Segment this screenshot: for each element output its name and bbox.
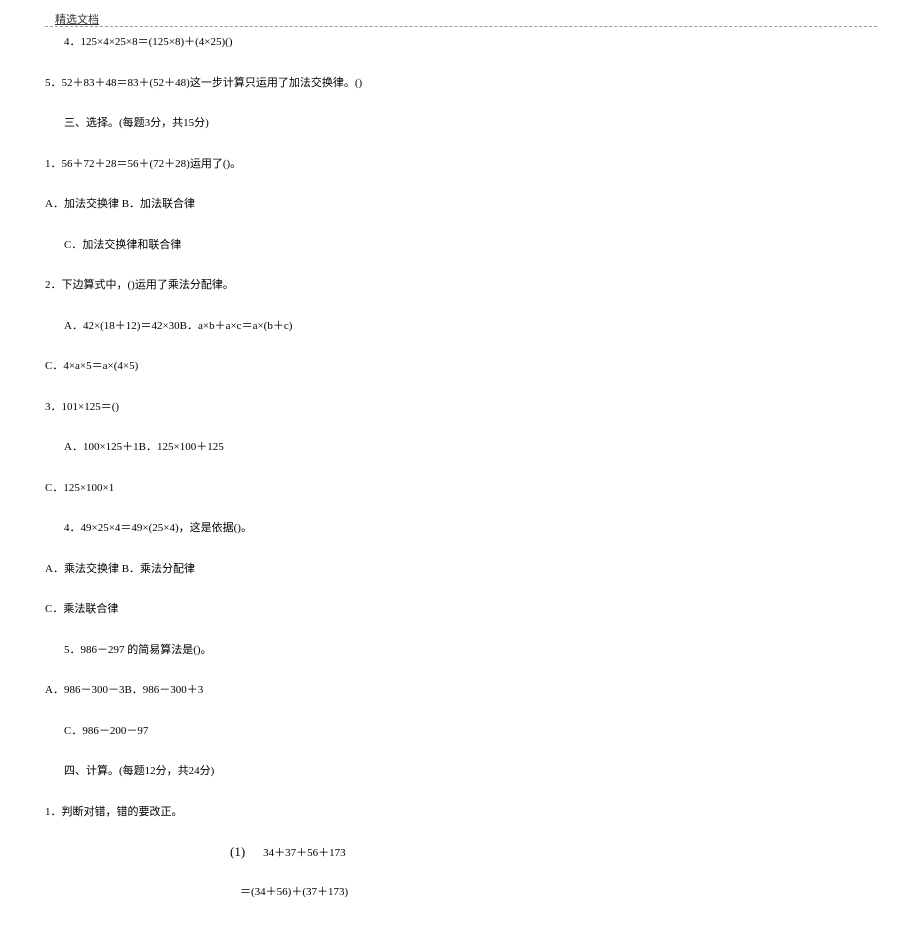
calculation-row: (1) 34＋37＋56＋173 bbox=[45, 844, 877, 860]
text-line: 1．56＋72＋28＝56＋(72＋28)运用了()。 bbox=[45, 156, 877, 173]
calculation-expression: 34＋37＋56＋173 bbox=[263, 844, 346, 860]
text-line: 4．125×4×25×8＝(125×8)＋(4×25)() bbox=[45, 34, 877, 51]
text-line: C．4×a×5＝a×(4×5) bbox=[45, 358, 877, 375]
section-header: 三、选择。(每题3分，共15分) bbox=[45, 115, 877, 132]
text-line: C．乘法联合律 bbox=[45, 601, 877, 618]
text-line: C．125×100×1 bbox=[45, 480, 877, 497]
text-line: A．100×125＋1B．125×100＋125 bbox=[45, 439, 877, 456]
header-divider bbox=[45, 26, 877, 27]
text-line: 5．986－297 的简易算法是()。 bbox=[45, 642, 877, 659]
calculation-label: (1) bbox=[230, 844, 245, 860]
text-line: 2．下边算式中，()运用了乘法分配律。 bbox=[45, 277, 877, 294]
text-line: C．加法交换律和联合律 bbox=[45, 237, 877, 254]
document-content: 4．125×4×25×8＝(125×8)＋(4×25)() 5．52＋83＋48… bbox=[45, 34, 877, 925]
text-line: C．986－200－97 bbox=[45, 723, 877, 740]
calculation-equation: ＝(34＋56)＋(37＋173) bbox=[240, 884, 877, 901]
text-line: 4．49×25×4＝49×(25×4)，这是依据()。 bbox=[45, 520, 877, 537]
text-line: A．乘法交换律 B．乘法分配律 bbox=[45, 561, 877, 578]
text-line: 1．判断对错，错的要改正。 bbox=[45, 804, 877, 821]
text-line: A．加法交换律 B．加法联合律 bbox=[45, 196, 877, 213]
text-line: A．986－300－3B．986－300＋3 bbox=[45, 682, 877, 699]
section-header: 四、计算。(每题12分，共24分) bbox=[45, 763, 877, 780]
text-line: 3．101×125＝() bbox=[45, 399, 877, 416]
text-line: A．42×(18＋12)＝42×30B．a×b＋a×c＝a×(b＋c) bbox=[45, 318, 877, 335]
text-line: 5．52＋83＋48＝83＋(52＋48)这一步计算只运用了加法交换律。() bbox=[45, 75, 877, 92]
